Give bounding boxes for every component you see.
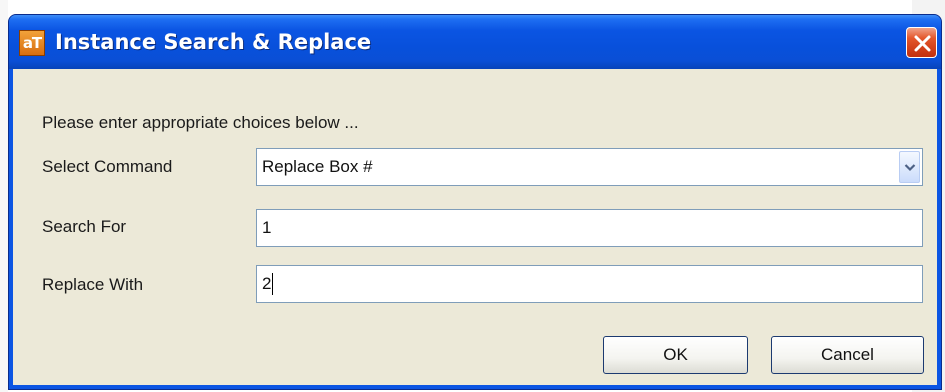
select-command-label: Select Command: [42, 157, 173, 176]
dropdown-arrow-button[interactable]: [899, 151, 920, 183]
replace-with-text: 2: [262, 266, 274, 302]
select-command-value: Replace Box #: [262, 157, 373, 176]
replace-with-label: Replace With: [42, 275, 144, 294]
window-title: Instance Search & Replace: [55, 30, 372, 54]
search-for-label: Search For: [42, 217, 127, 236]
search-for-input[interactable]: 1: [256, 209, 923, 247]
chevron-down-icon: [904, 164, 916, 172]
select-command-dropdown[interactable]: Replace Box #: [256, 148, 923, 186]
close-icon: [914, 35, 931, 52]
dialog-window: aT Instance Search & Replace Please ente…: [8, 14, 942, 390]
dialog-content: Please enter appropriate choices below .…: [13, 69, 937, 385]
cancel-button[interactable]: Cancel: [771, 336, 924, 374]
desktop-backdrop-left: [0, 0, 8, 392]
replace-with-input[interactable]: 2: [256, 265, 923, 303]
close-button[interactable]: [906, 27, 937, 58]
instructions-text: Please enter appropriate choices below .…: [42, 113, 359, 132]
text-caret: [272, 272, 274, 295]
replace-with-value: 2: [262, 274, 272, 293]
title-bar[interactable]: aT Instance Search & Replace: [9, 15, 941, 69]
search-for-value: 1: [262, 218, 272, 237]
ok-button[interactable]: OK: [603, 336, 748, 374]
app-icon: aT: [19, 30, 45, 56]
